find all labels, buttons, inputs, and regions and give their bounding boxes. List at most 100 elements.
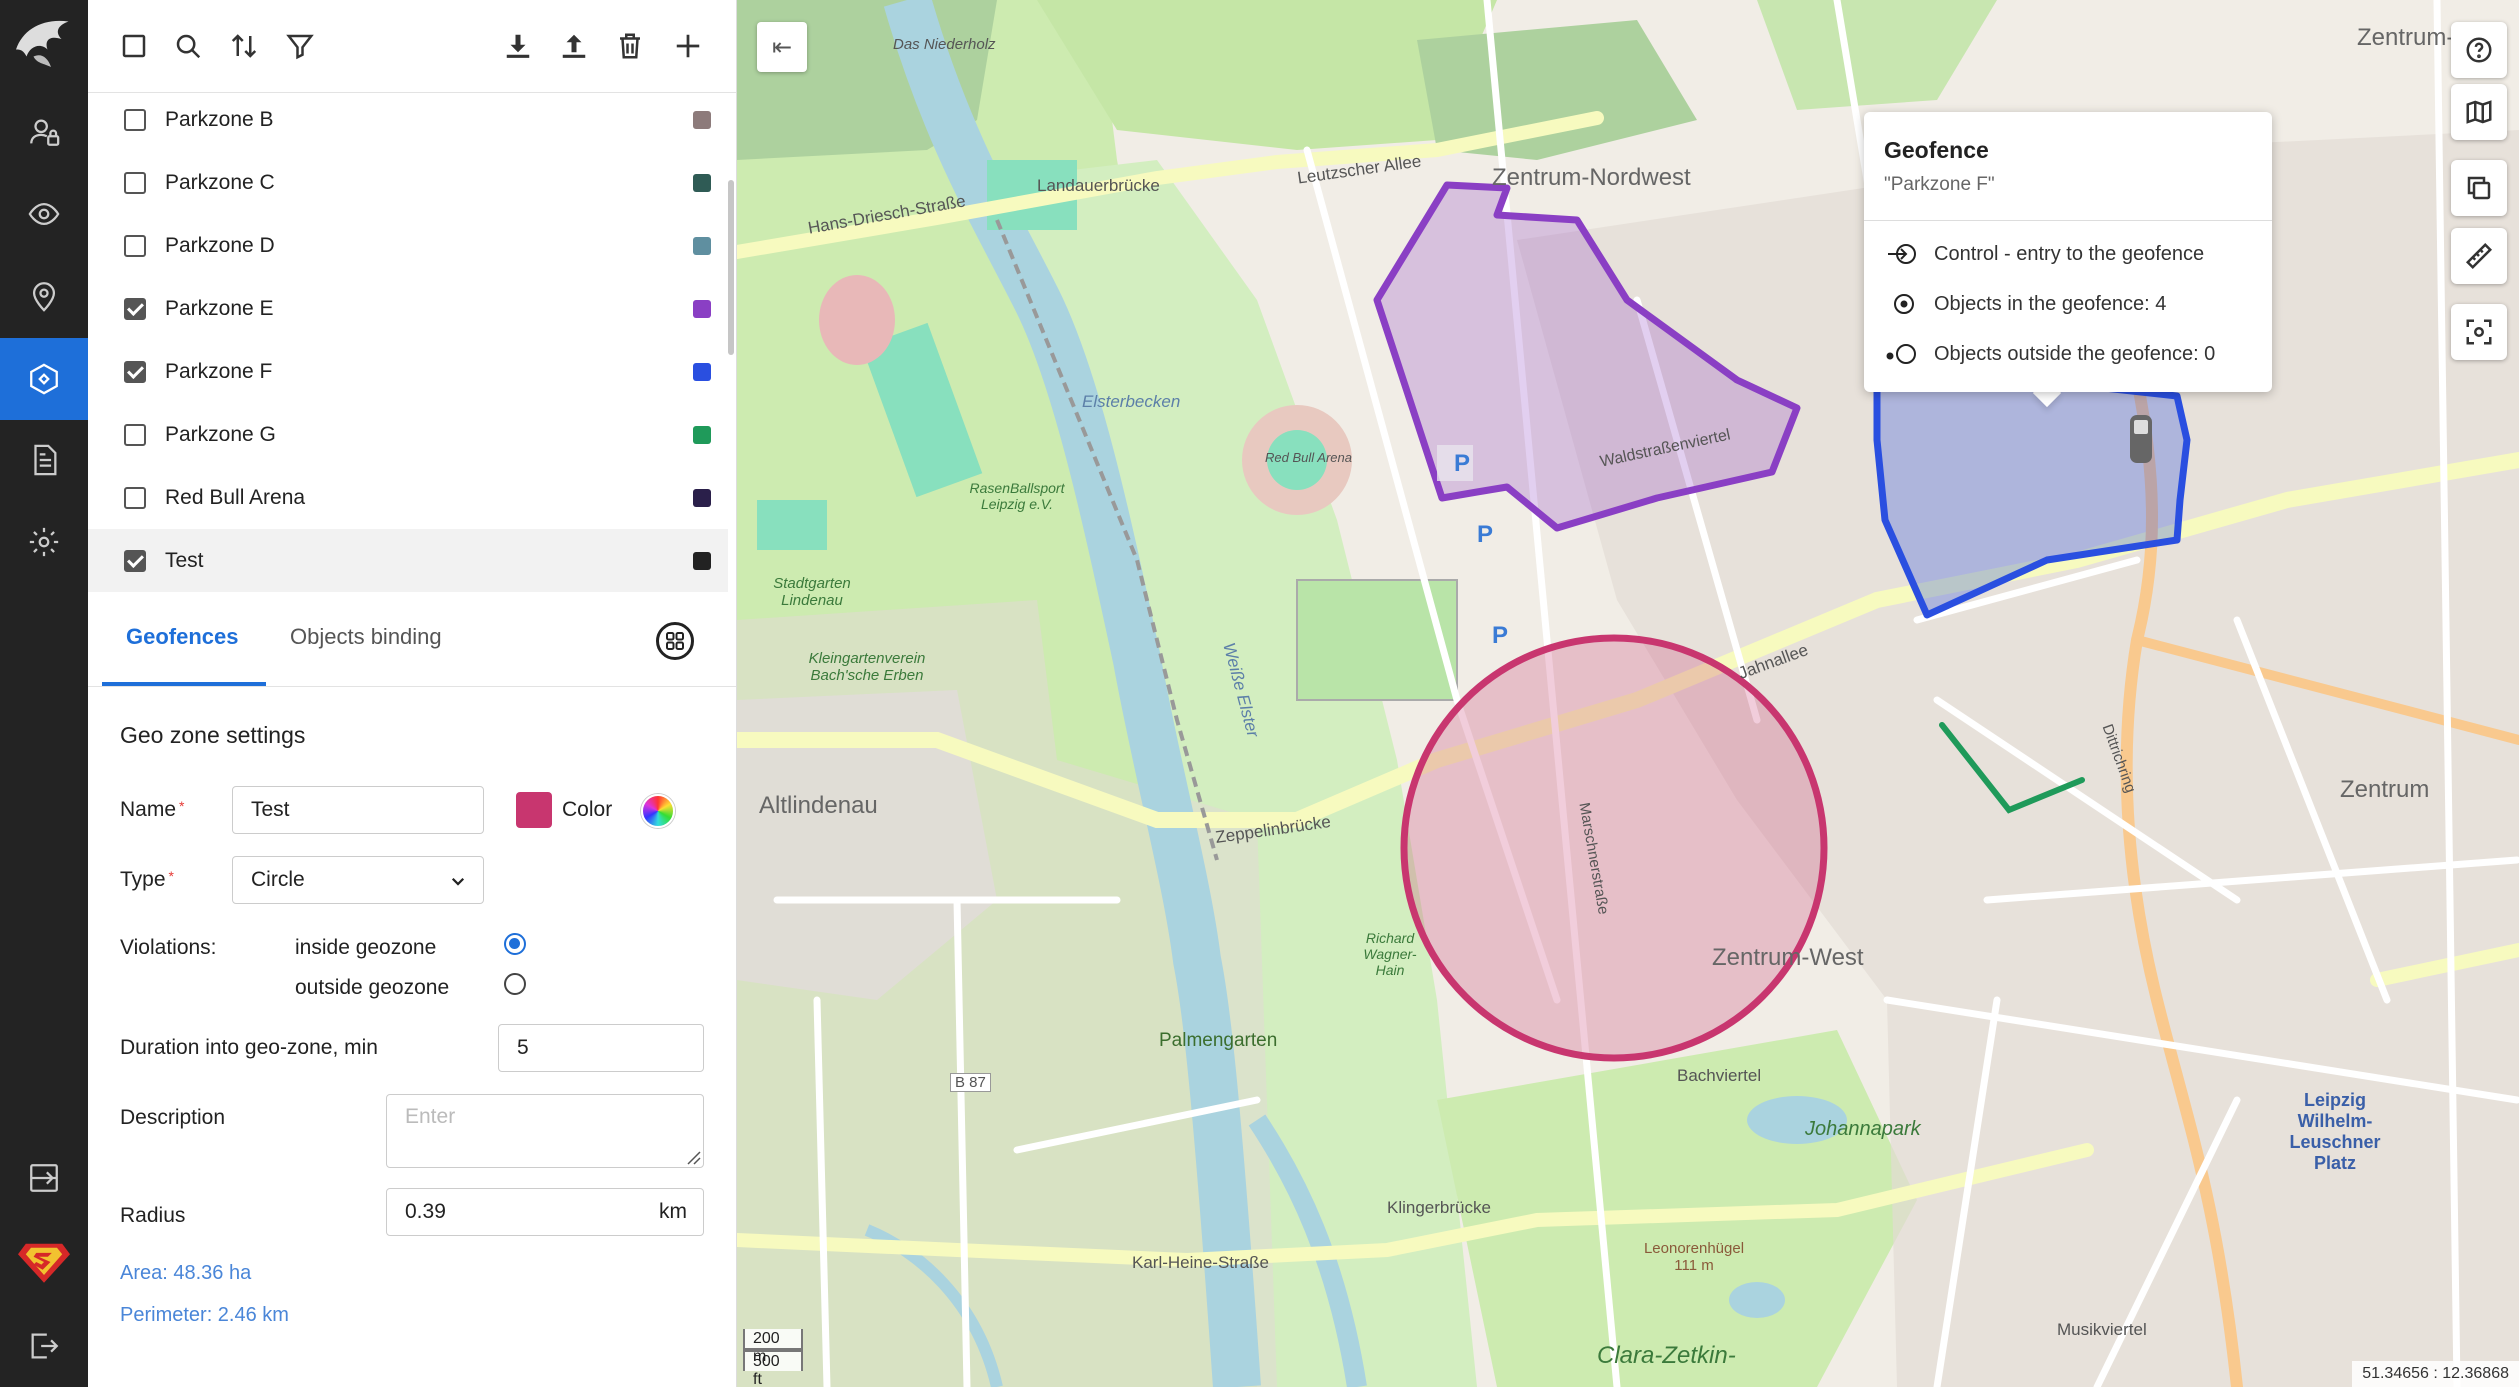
scale-feet: 500 ft bbox=[743, 1350, 803, 1387]
label-rasenballsport: RasenBallsport Leipzig e.V. bbox=[969, 480, 1065, 512]
main-nav bbox=[0, 0, 88, 1387]
svg-text:P: P bbox=[1454, 450, 1470, 477]
color-swatch[interactable] bbox=[516, 792, 552, 828]
label-musikviertel: Musikviertel bbox=[2057, 1320, 2147, 1339]
type-select[interactable]: Circle bbox=[232, 856, 484, 904]
label-zentrum-nordwest: Zentrum-Nordwest bbox=[1492, 164, 1691, 191]
zone-row[interactable]: Parkzone D bbox=[88, 214, 728, 277]
logout-icon[interactable] bbox=[0, 1306, 88, 1386]
label-zentrum-west: Zentrum-West bbox=[1712, 944, 1864, 971]
geofence-popup: Geofence "Parkzone F" Control - entry to… bbox=[1864, 112, 2272, 392]
label-red-bull-arena: Red Bull Arena bbox=[1265, 450, 1352, 465]
panel-tabs: Geofences Objects binding bbox=[88, 598, 736, 687]
trash-icon[interactable] bbox=[610, 26, 650, 66]
help-icon[interactable] bbox=[2451, 22, 2507, 78]
label-stadtgarten: Stadtgarten Lindenau bbox=[773, 575, 851, 609]
add-icon[interactable] bbox=[668, 26, 708, 66]
geofence-panel: Parkzone B Parkzone C Parkzone D Parkzone E… bbox=[88, 0, 737, 1387]
svg-text:P: P bbox=[1477, 521, 1493, 548]
select-all-checkbox[interactable] bbox=[114, 26, 154, 66]
search-icon[interactable] bbox=[168, 26, 208, 66]
color-picker-icon[interactable] bbox=[641, 794, 675, 828]
upload-icon[interactable] bbox=[554, 26, 594, 66]
svg-text:P: P bbox=[1492, 622, 1508, 649]
tab-objects-binding[interactable]: Objects binding bbox=[290, 624, 442, 650]
zone-label: Parkzone C bbox=[165, 170, 275, 194]
radius-label: Radius bbox=[120, 1204, 186, 1227]
zone-row[interactable]: Parkzone F bbox=[88, 340, 728, 403]
perimeter-text: Perimeter: 2.46 km bbox=[120, 1304, 289, 1326]
gear-icon[interactable] bbox=[0, 502, 88, 582]
outside-geozone-radio[interactable] bbox=[504, 973, 526, 995]
eagle-logo[interactable] bbox=[0, 0, 88, 92]
name-field[interactable]: Test bbox=[232, 786, 484, 834]
fit-bounds-icon[interactable] bbox=[2451, 304, 2507, 360]
map-scale: 200 m 500 ft bbox=[743, 1329, 803, 1387]
label-altlindenau: Altlindenau bbox=[759, 792, 878, 819]
inside-geozone-radio[interactable] bbox=[504, 933, 526, 955]
duration-field[interactable]: 5 bbox=[498, 1024, 704, 1072]
tab-indicator bbox=[102, 682, 266, 686]
grid-view-icon[interactable] bbox=[656, 622, 694, 660]
zone-checkbox[interactable] bbox=[124, 297, 146, 320]
document-icon[interactable] bbox=[0, 420, 88, 500]
map-view[interactable]: P P P Zentrum-Nordwest Zentrum-Nord Zent… bbox=[737, 0, 2519, 1387]
zone-row[interactable]: Parkzone C bbox=[88, 151, 728, 214]
radius-field[interactable]: 0.39 km bbox=[386, 1188, 704, 1236]
zone-checkbox[interactable] bbox=[124, 360, 146, 383]
zone-row[interactable]: Parkzone G bbox=[88, 403, 728, 466]
zone-color-swatch bbox=[693, 173, 711, 192]
user-lock-icon[interactable] bbox=[0, 92, 88, 172]
zone-color-swatch bbox=[693, 236, 711, 255]
label-bachviertel: Bachviertel bbox=[1677, 1066, 1762, 1085]
zone-list-scrollbar[interactable] bbox=[728, 180, 734, 355]
map-layers-icon[interactable] bbox=[2451, 84, 2507, 140]
map-pin-icon[interactable] bbox=[0, 256, 88, 336]
zone-color-swatch bbox=[693, 110, 711, 129]
zone-label: Parkzone G bbox=[165, 422, 276, 446]
zone-checkbox[interactable] bbox=[124, 423, 146, 446]
sort-icon[interactable] bbox=[224, 26, 264, 66]
collapse-panel-button[interactable]: ⇤ bbox=[757, 22, 807, 72]
zone-row[interactable]: Parkzone B bbox=[88, 92, 728, 151]
chevron-down-icon bbox=[451, 877, 465, 886]
zone-checkbox[interactable] bbox=[124, 486, 146, 509]
zone-color-swatch bbox=[693, 551, 711, 570]
area-text: Area: 48.36 ha bbox=[120, 1262, 252, 1284]
geofence-icon[interactable] bbox=[0, 338, 88, 420]
duration-label: Duration into geo-zone, min bbox=[120, 1036, 378, 1059]
ruler-icon[interactable] bbox=[2451, 228, 2507, 284]
zone-label: Parkzone B bbox=[165, 107, 274, 131]
zone-row[interactable]: Parkzone E bbox=[88, 277, 728, 340]
superman-avatar[interactable] bbox=[0, 1222, 88, 1302]
eye-icon[interactable] bbox=[0, 174, 88, 254]
popup-row-outside: Objects outside the geofence: 0 bbox=[1884, 338, 2215, 370]
zone-checkbox[interactable] bbox=[124, 171, 146, 194]
color-label: Color bbox=[562, 798, 613, 821]
copy-icon[interactable] bbox=[2451, 160, 2507, 216]
switch-window-icon[interactable] bbox=[0, 1138, 88, 1218]
zone-color-swatch bbox=[693, 425, 711, 444]
zone-list: Parkzone B Parkzone C Parkzone D Parkzone E… bbox=[88, 92, 736, 598]
popup-title: Geofence bbox=[1884, 137, 1989, 163]
label-klingerbruecke: Klingerbrücke bbox=[1387, 1198, 1491, 1217]
zone-checkbox[interactable] bbox=[124, 549, 146, 572]
label-das-niederholz: Das Niederholz bbox=[893, 36, 996, 53]
zone-label: Parkzone E bbox=[165, 296, 274, 320]
description-field[interactable]: Enter bbox=[386, 1094, 704, 1168]
download-icon[interactable] bbox=[498, 26, 538, 66]
inside-dot-icon bbox=[1884, 289, 1920, 319]
panel-toolbar bbox=[88, 0, 736, 93]
label-elsterbecken: Elsterbecken bbox=[1082, 392, 1181, 411]
zone-label: Parkzone F bbox=[165, 359, 273, 383]
label-leonorenhuegel: Leonorenhügel 111 m bbox=[1643, 1240, 1745, 1274]
tab-geofences[interactable]: Geofences bbox=[126, 624, 239, 650]
zone-row[interactable]: Test bbox=[88, 529, 728, 592]
zone-row[interactable]: Red Bull Arena bbox=[88, 466, 728, 529]
label-johannapark: Johannapark bbox=[1805, 1118, 1921, 1140]
settings-title: Geo zone settings bbox=[120, 722, 306, 748]
zone-checkbox[interactable] bbox=[124, 108, 146, 131]
zone-checkbox[interactable] bbox=[124, 234, 146, 257]
type-label: Type * bbox=[120, 868, 174, 891]
filter-icon[interactable] bbox=[280, 26, 320, 66]
